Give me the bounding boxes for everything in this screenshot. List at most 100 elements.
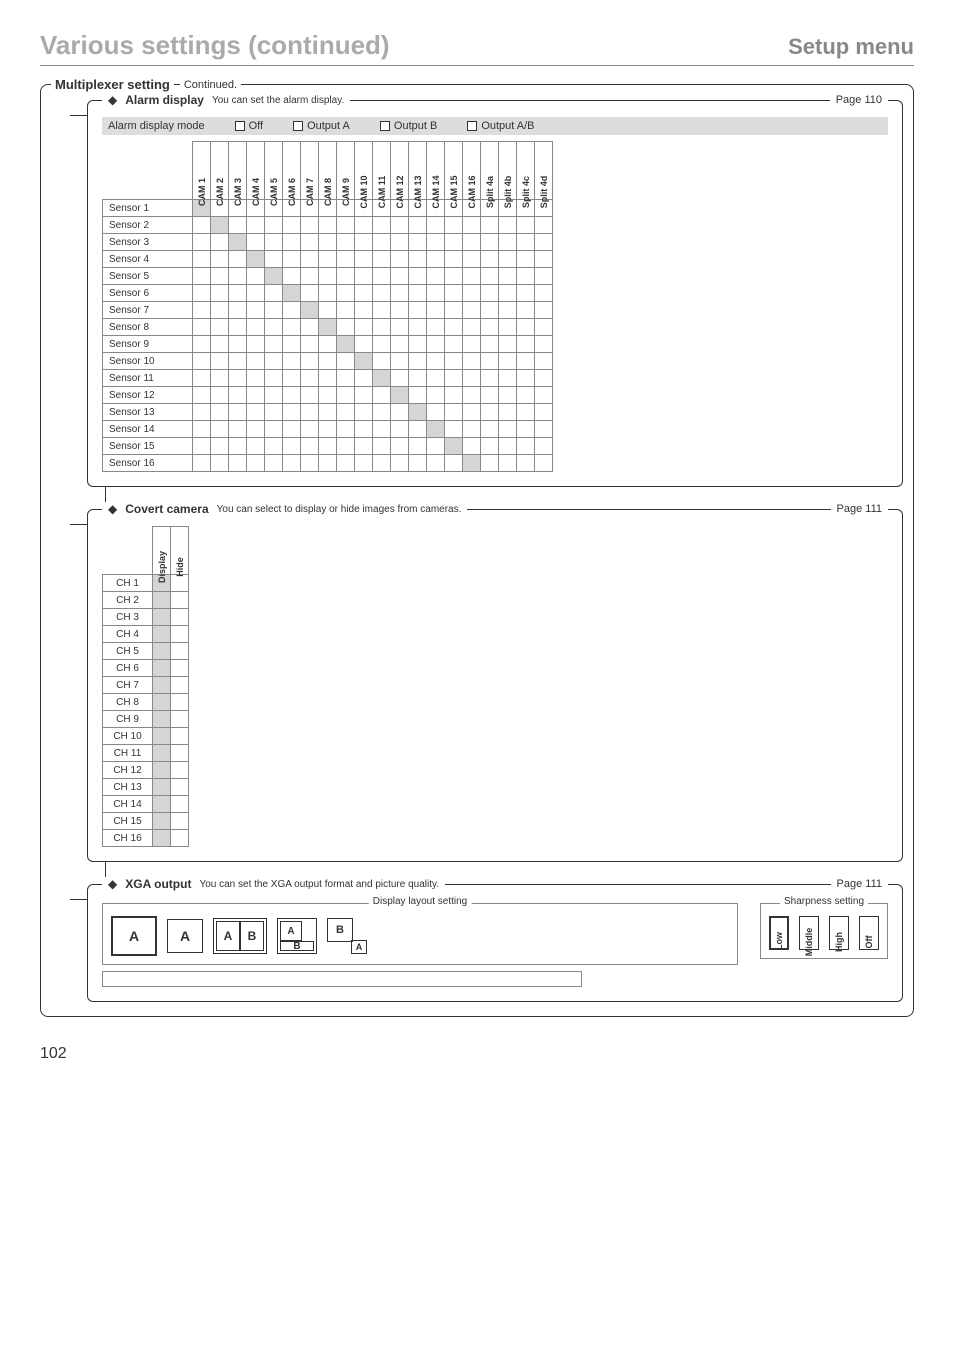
grid-cell[interactable] <box>229 370 247 387</box>
grid-cell[interactable] <box>301 251 319 268</box>
grid-cell[interactable] <box>319 404 337 421</box>
grid-cell[interactable] <box>211 268 229 285</box>
grid-cell[interactable] <box>337 268 355 285</box>
grid-cell[interactable] <box>319 234 337 251</box>
grid-cell[interactable] <box>481 251 499 268</box>
grid-cell[interactable] <box>193 251 211 268</box>
grid-cell[interactable] <box>211 251 229 268</box>
grid-cell[interactable] <box>283 455 301 472</box>
grid-cell[interactable] <box>153 643 171 660</box>
grid-cell[interactable] <box>517 285 535 302</box>
grid-cell[interactable] <box>193 302 211 319</box>
grid-cell[interactable] <box>247 268 265 285</box>
grid-cell[interactable] <box>283 421 301 438</box>
grid-cell[interactable] <box>337 370 355 387</box>
grid-cell[interactable] <box>427 370 445 387</box>
grid-cell[interactable] <box>427 268 445 285</box>
grid-cell[interactable] <box>481 404 499 421</box>
grid-cell[interactable] <box>499 285 517 302</box>
grid-cell[interactable] <box>445 336 463 353</box>
grid-cell[interactable] <box>409 370 427 387</box>
grid-cell[interactable] <box>535 336 553 353</box>
layout-ab[interactable]: A B <box>213 918 267 954</box>
grid-cell[interactable] <box>319 336 337 353</box>
grid-cell[interactable] <box>247 353 265 370</box>
grid-cell[interactable] <box>211 336 229 353</box>
grid-cell[interactable] <box>319 217 337 234</box>
grid-cell[interactable] <box>517 234 535 251</box>
grid-cell[interactable] <box>319 302 337 319</box>
grid-cell[interactable] <box>265 336 283 353</box>
grid-cell[interactable] <box>445 387 463 404</box>
grid-cell[interactable] <box>499 353 517 370</box>
grid-cell[interactable] <box>481 302 499 319</box>
grid-cell[interactable] <box>337 336 355 353</box>
grid-cell[interactable] <box>319 438 337 455</box>
grid-cell[interactable] <box>153 694 171 711</box>
grid-cell[interactable] <box>171 643 189 660</box>
grid-cell[interactable] <box>499 268 517 285</box>
grid-cell[interactable] <box>427 319 445 336</box>
grid-cell[interactable] <box>535 251 553 268</box>
grid-cell[interactable] <box>265 302 283 319</box>
grid-cell[interactable] <box>517 455 535 472</box>
grid-cell[interactable] <box>481 285 499 302</box>
grid-cell[interactable] <box>463 370 481 387</box>
grid-cell[interactable] <box>517 302 535 319</box>
grid-cell[interactable] <box>283 387 301 404</box>
grid-cell[interactable] <box>301 234 319 251</box>
grid-cell[interactable] <box>301 302 319 319</box>
grid-cell[interactable] <box>373 268 391 285</box>
grid-cell[interactable] <box>247 438 265 455</box>
grid-cell[interactable] <box>265 370 283 387</box>
grid-cell[interactable] <box>463 455 481 472</box>
grid-cell[interactable] <box>463 268 481 285</box>
grid-cell[interactable] <box>193 319 211 336</box>
grid-cell[interactable] <box>153 745 171 762</box>
grid-cell[interactable] <box>171 575 189 592</box>
grid-cell[interactable] <box>409 404 427 421</box>
grid-cell[interactable] <box>355 285 373 302</box>
grid-cell[interactable] <box>355 438 373 455</box>
grid-cell[interactable] <box>427 302 445 319</box>
grid-cell[interactable] <box>171 830 189 847</box>
grid-cell[interactable] <box>229 438 247 455</box>
grid-cell[interactable] <box>499 302 517 319</box>
grid-cell[interactable] <box>427 217 445 234</box>
grid-cell[interactable] <box>193 404 211 421</box>
grid-cell[interactable] <box>247 370 265 387</box>
grid-cell[interactable] <box>337 455 355 472</box>
grid-cell[interactable] <box>355 234 373 251</box>
grid-cell[interactable] <box>409 336 427 353</box>
grid-cell[interactable] <box>153 830 171 847</box>
grid-cell[interactable] <box>517 336 535 353</box>
option-off[interactable]: Off <box>235 120 263 132</box>
grid-cell[interactable] <box>193 285 211 302</box>
grid-cell[interactable] <box>247 421 265 438</box>
grid-cell[interactable] <box>211 455 229 472</box>
grid-cell[interactable] <box>211 370 229 387</box>
grid-cell[interactable] <box>355 319 373 336</box>
grid-cell[interactable] <box>247 251 265 268</box>
grid-cell[interactable] <box>211 234 229 251</box>
grid-cell[interactable] <box>337 285 355 302</box>
grid-cell[interactable] <box>481 336 499 353</box>
grid-cell[interactable] <box>463 285 481 302</box>
grid-cell[interactable] <box>355 336 373 353</box>
grid-cell[interactable] <box>409 251 427 268</box>
grid-cell[interactable] <box>301 336 319 353</box>
grid-cell[interactable] <box>481 217 499 234</box>
grid-cell[interactable] <box>193 353 211 370</box>
grid-cell[interactable] <box>247 217 265 234</box>
grid-cell[interactable] <box>535 217 553 234</box>
grid-cell[interactable] <box>373 285 391 302</box>
grid-cell[interactable] <box>171 677 189 694</box>
grid-cell[interactable] <box>337 421 355 438</box>
grid-cell[interactable] <box>193 370 211 387</box>
grid-cell[interactable] <box>409 455 427 472</box>
grid-cell[interactable] <box>391 438 409 455</box>
grid-cell[interactable] <box>517 353 535 370</box>
grid-cell[interactable] <box>427 353 445 370</box>
grid-cell[interactable] <box>229 455 247 472</box>
grid-cell[interactable] <box>535 455 553 472</box>
